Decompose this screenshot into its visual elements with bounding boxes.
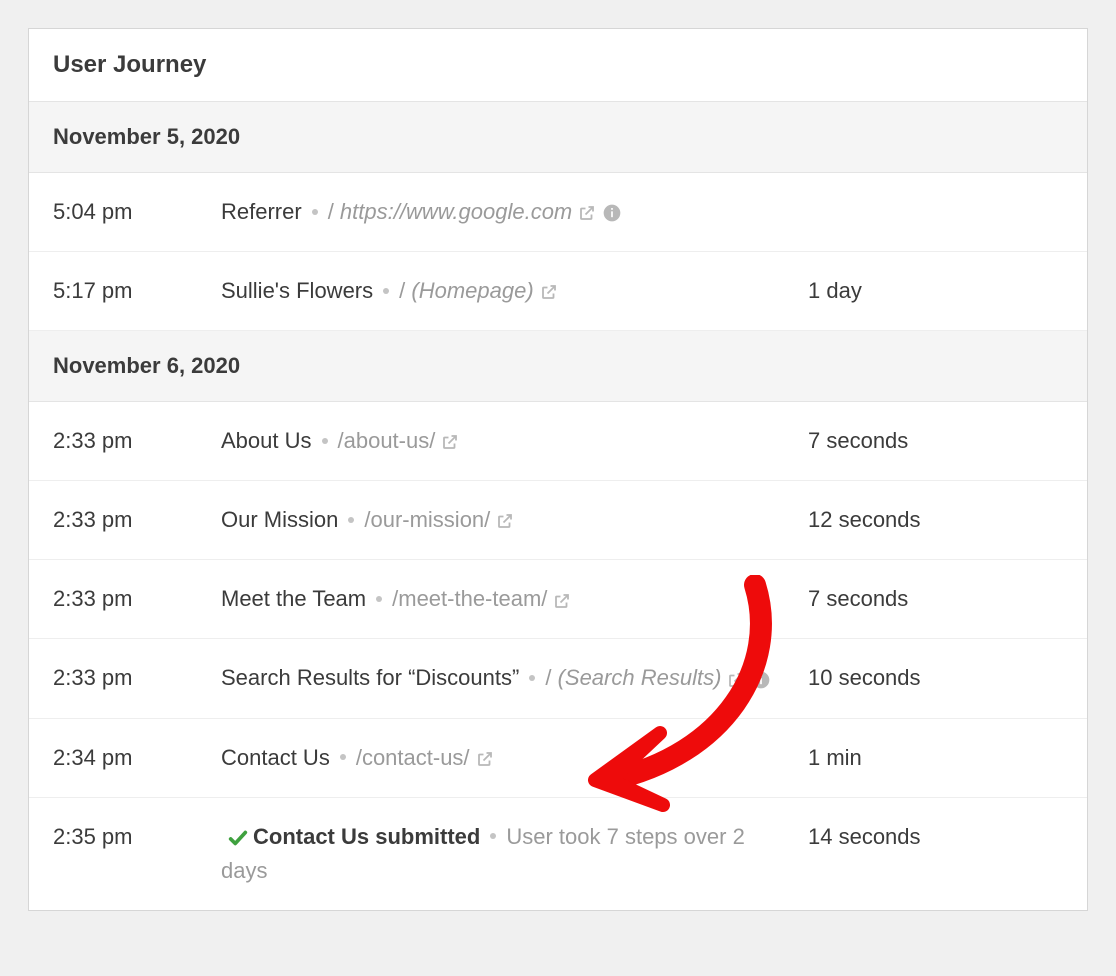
row-duration: 7 seconds bbox=[808, 424, 1063, 458]
external-link-icon[interactable] bbox=[553, 592, 571, 610]
separator-dot bbox=[322, 438, 328, 444]
path-text: (Homepage) bbox=[411, 278, 533, 303]
row-time: 2:33 pm bbox=[53, 424, 221, 458]
row-time: 5:17 pm bbox=[53, 274, 221, 308]
info-icon[interactable] bbox=[751, 670, 771, 690]
separator-dot bbox=[312, 209, 318, 215]
path-text: /contact-us/ bbox=[356, 745, 470, 770]
path-text: https://www.google.com bbox=[340, 199, 572, 224]
row-main: Search Results for “Discounts” / (Search … bbox=[221, 661, 808, 695]
panel-title: User Journey bbox=[53, 51, 1063, 79]
row-time: 2:33 pm bbox=[53, 582, 221, 616]
path-text: (Search Results) bbox=[558, 665, 722, 690]
page-title-text: Meet the Team bbox=[221, 586, 366, 611]
journey-row: 2:33 pmMeet the Team/meet-the-team/7 sec… bbox=[29, 560, 1087, 639]
date-label: November 6, 2020 bbox=[53, 353, 240, 378]
external-link-icon[interactable] bbox=[578, 204, 596, 222]
date-header: November 5, 2020 bbox=[29, 102, 1087, 173]
row-main: Meet the Team/meet-the-team/ bbox=[221, 582, 808, 616]
external-link-icon[interactable] bbox=[476, 750, 494, 768]
page-title-text: Our Mission bbox=[221, 507, 338, 532]
external-link-icon[interactable] bbox=[441, 433, 459, 451]
row-time: 5:04 pm bbox=[53, 195, 221, 229]
panel-header: User Journey bbox=[29, 29, 1087, 102]
row-time: 2:33 pm bbox=[53, 661, 221, 695]
page-title-text: About Us bbox=[221, 428, 312, 453]
row-main: Contact Us/contact-us/ bbox=[221, 741, 808, 775]
page-title-text: Referrer bbox=[221, 199, 302, 224]
separator-dot bbox=[376, 596, 382, 602]
page-title-text: Search Results for “Discounts” bbox=[221, 665, 519, 690]
journey-row: 2:34 pmContact Us/contact-us/1 min bbox=[29, 719, 1087, 798]
page-title-text: Contact Us bbox=[221, 745, 330, 770]
separator-dot bbox=[490, 833, 496, 839]
separator-dot bbox=[383, 288, 389, 294]
row-duration: 7 seconds bbox=[808, 582, 1063, 616]
row-duration: 10 seconds bbox=[808, 661, 1063, 695]
row-time: 2:34 pm bbox=[53, 741, 221, 775]
journey-row: 2:33 pmOur Mission/our-mission/12 second… bbox=[29, 481, 1087, 560]
date-header: November 6, 2020 bbox=[29, 331, 1087, 402]
external-link-icon[interactable] bbox=[540, 283, 558, 301]
user-journey-panel: User Journey November 5, 2020 5:04 pmRefe… bbox=[28, 28, 1088, 911]
journey-row: 5:17 pmSullie's Flowers / (Homepage) 1 day bbox=[29, 252, 1087, 331]
row-duration: 1 day bbox=[808, 274, 1063, 308]
path-text: /about-us/ bbox=[338, 428, 436, 453]
journey-row: 5:04 pmReferrer / https://www.google.com bbox=[29, 173, 1087, 252]
path-prefix: / bbox=[545, 665, 557, 690]
row-duration: 12 seconds bbox=[808, 503, 1063, 537]
date-label: November 5, 2020 bbox=[53, 124, 240, 149]
path-text: /meet-the-team/ bbox=[392, 586, 547, 611]
row-time: 2:35 pm bbox=[53, 820, 221, 854]
separator-dot bbox=[529, 675, 535, 681]
separator-dot bbox=[348, 517, 354, 523]
external-link-icon[interactable] bbox=[727, 671, 745, 689]
row-main: Contact Us submittedUser took 7 steps ov… bbox=[221, 820, 808, 888]
submitted-title: Contact Us submitted bbox=[253, 824, 480, 849]
path-prefix: / bbox=[399, 278, 411, 303]
journey-row: 2:35 pmContact Us submittedUser took 7 s… bbox=[29, 798, 1087, 910]
row-main: Our Mission/our-mission/ bbox=[221, 503, 808, 537]
row-main: Sullie's Flowers / (Homepage) bbox=[221, 274, 808, 308]
journey-row: 2:33 pmSearch Results for “Discounts” / (… bbox=[29, 639, 1087, 718]
separator-dot bbox=[340, 754, 346, 760]
row-main: About Us/about-us/ bbox=[221, 424, 808, 458]
row-duration: 1 min bbox=[808, 741, 1063, 775]
external-link-icon[interactable] bbox=[496, 512, 514, 530]
path-text: /our-mission/ bbox=[364, 507, 490, 532]
journey-row: 2:33 pmAbout Us/about-us/7 seconds bbox=[29, 402, 1087, 481]
path-prefix: / bbox=[328, 199, 340, 224]
journey-body: November 5, 2020 5:04 pmReferrer / https:/… bbox=[29, 102, 1087, 910]
row-time: 2:33 pm bbox=[53, 503, 221, 537]
check-icon bbox=[227, 827, 253, 849]
row-duration: 14 seconds bbox=[808, 820, 1063, 854]
row-main: Referrer / https://www.google.com bbox=[221, 195, 808, 229]
info-icon[interactable] bbox=[602, 203, 622, 223]
page-title-text: Sullie's Flowers bbox=[221, 278, 373, 303]
